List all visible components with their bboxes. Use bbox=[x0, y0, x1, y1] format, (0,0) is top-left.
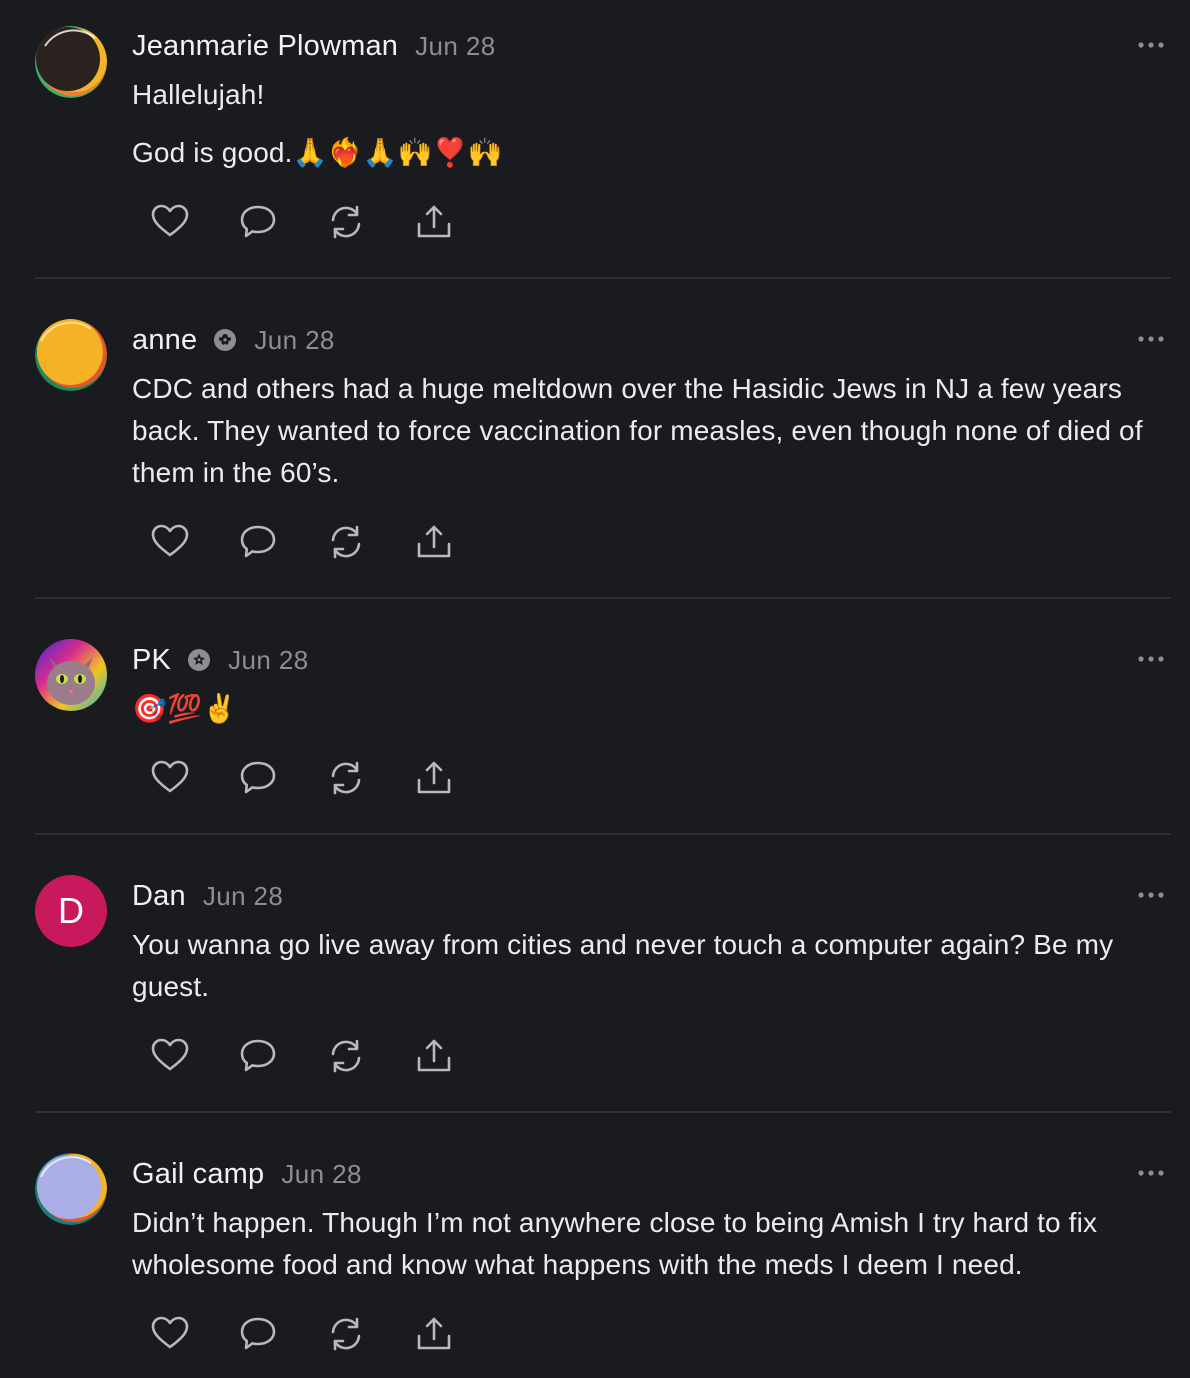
comment-date[interactable]: Jun 28 bbox=[203, 881, 283, 912]
comment-header: Dan Jun 28 bbox=[132, 876, 283, 916]
comment-paragraph: CDC and others had a huge meltdown over … bbox=[132, 373, 1143, 488]
comment-actions bbox=[150, 758, 470, 798]
comment-divider bbox=[35, 277, 1171, 279]
comment-divider bbox=[35, 833, 1171, 835]
heart-icon[interactable] bbox=[150, 1314, 190, 1354]
share-icon[interactable] bbox=[414, 202, 454, 242]
comment-paragraph: 🎯💯✌️ bbox=[132, 693, 238, 724]
comment-date[interactable]: Jun 28 bbox=[281, 1159, 361, 1190]
more-options-icon[interactable] bbox=[1136, 38, 1166, 50]
heart-icon[interactable] bbox=[150, 522, 190, 562]
comment-header: Jeanmarie Plowman Jun 28 bbox=[132, 26, 496, 66]
more-options-icon[interactable] bbox=[1136, 652, 1166, 664]
comment-actions bbox=[150, 202, 470, 242]
comment-feed: Jeanmarie Plowman Jun 28 Hallelujah! God… bbox=[0, 0, 1190, 1378]
comment-body: CDC and others had a huge meltdown over … bbox=[132, 368, 1162, 494]
comment-actions bbox=[150, 522, 470, 562]
comment-header: PK Jun 28 bbox=[132, 640, 309, 680]
restack-icon[interactable] bbox=[326, 1036, 366, 1076]
heart-icon[interactable] bbox=[150, 1036, 190, 1076]
restack-icon[interactable] bbox=[326, 522, 366, 562]
avatar[interactable] bbox=[35, 26, 107, 98]
comment-header: anne Jun 28 bbox=[132, 320, 335, 360]
avatar[interactable] bbox=[35, 639, 107, 711]
comment-bubble-icon[interactable] bbox=[238, 1314, 278, 1354]
more-options-icon[interactable] bbox=[1136, 1166, 1166, 1178]
subscriber-badge-icon bbox=[187, 648, 211, 672]
heart-icon[interactable] bbox=[150, 758, 190, 798]
comment-actions bbox=[150, 1036, 470, 1076]
comment-body: Didn’t happen. Though I’m not anywhere c… bbox=[132, 1202, 1162, 1286]
comment-paragraph: You wanna go live away from cities and n… bbox=[132, 929, 1114, 1002]
comment-bubble-icon[interactable] bbox=[238, 202, 278, 242]
comment-header: Gail camp Jun 28 bbox=[132, 1154, 362, 1194]
more-options-icon[interactable] bbox=[1136, 888, 1166, 900]
author-name[interactable]: Dan bbox=[132, 880, 186, 913]
comment-bubble-icon[interactable] bbox=[238, 758, 278, 798]
comment-bubble-icon[interactable] bbox=[238, 1036, 278, 1076]
share-icon[interactable] bbox=[414, 522, 454, 562]
avatar[interactable] bbox=[35, 1153, 107, 1225]
author-name[interactable]: anne bbox=[132, 324, 197, 357]
more-options-icon[interactable] bbox=[1136, 332, 1166, 344]
comment-body: 🎯💯✌️ bbox=[132, 688, 1162, 730]
restack-icon[interactable] bbox=[326, 1314, 366, 1354]
heart-icon[interactable] bbox=[150, 202, 190, 242]
comment-paragraph: Didn’t happen. Though I’m not anywhere c… bbox=[132, 1207, 1098, 1280]
author-name[interactable]: PK bbox=[132, 644, 171, 677]
avatar[interactable]: D bbox=[35, 875, 107, 947]
comment-divider bbox=[35, 1111, 1171, 1113]
restack-icon[interactable] bbox=[326, 202, 366, 242]
share-icon[interactable] bbox=[414, 1036, 454, 1076]
share-icon[interactable] bbox=[414, 758, 454, 798]
comment-date[interactable]: Jun 28 bbox=[228, 645, 308, 676]
avatar[interactable] bbox=[35, 319, 107, 391]
comment-date[interactable]: Jun 28 bbox=[415, 31, 495, 62]
restack-icon[interactable] bbox=[326, 758, 366, 798]
comment-date[interactable]: Jun 28 bbox=[254, 325, 334, 356]
comment-bubble-icon[interactable] bbox=[238, 522, 278, 562]
author-name[interactable]: Gail camp bbox=[132, 1158, 264, 1191]
comment-paragraph: God is good.🙏❤️‍🔥🙏🙌❣️🙌 bbox=[132, 137, 503, 168]
share-icon[interactable] bbox=[414, 1314, 454, 1354]
subscriber-badge-icon bbox=[213, 328, 237, 352]
comment-body: You wanna go live away from cities and n… bbox=[132, 924, 1162, 1008]
comment-paragraph: Hallelujah! bbox=[132, 79, 265, 110]
comment-divider bbox=[35, 597, 1171, 599]
author-name[interactable]: Jeanmarie Plowman bbox=[132, 30, 398, 63]
comment-actions bbox=[150, 1314, 470, 1354]
comment-body: Hallelujah! God is good.🙏❤️‍🔥🙏🙌❣️🙌 bbox=[132, 74, 1162, 174]
